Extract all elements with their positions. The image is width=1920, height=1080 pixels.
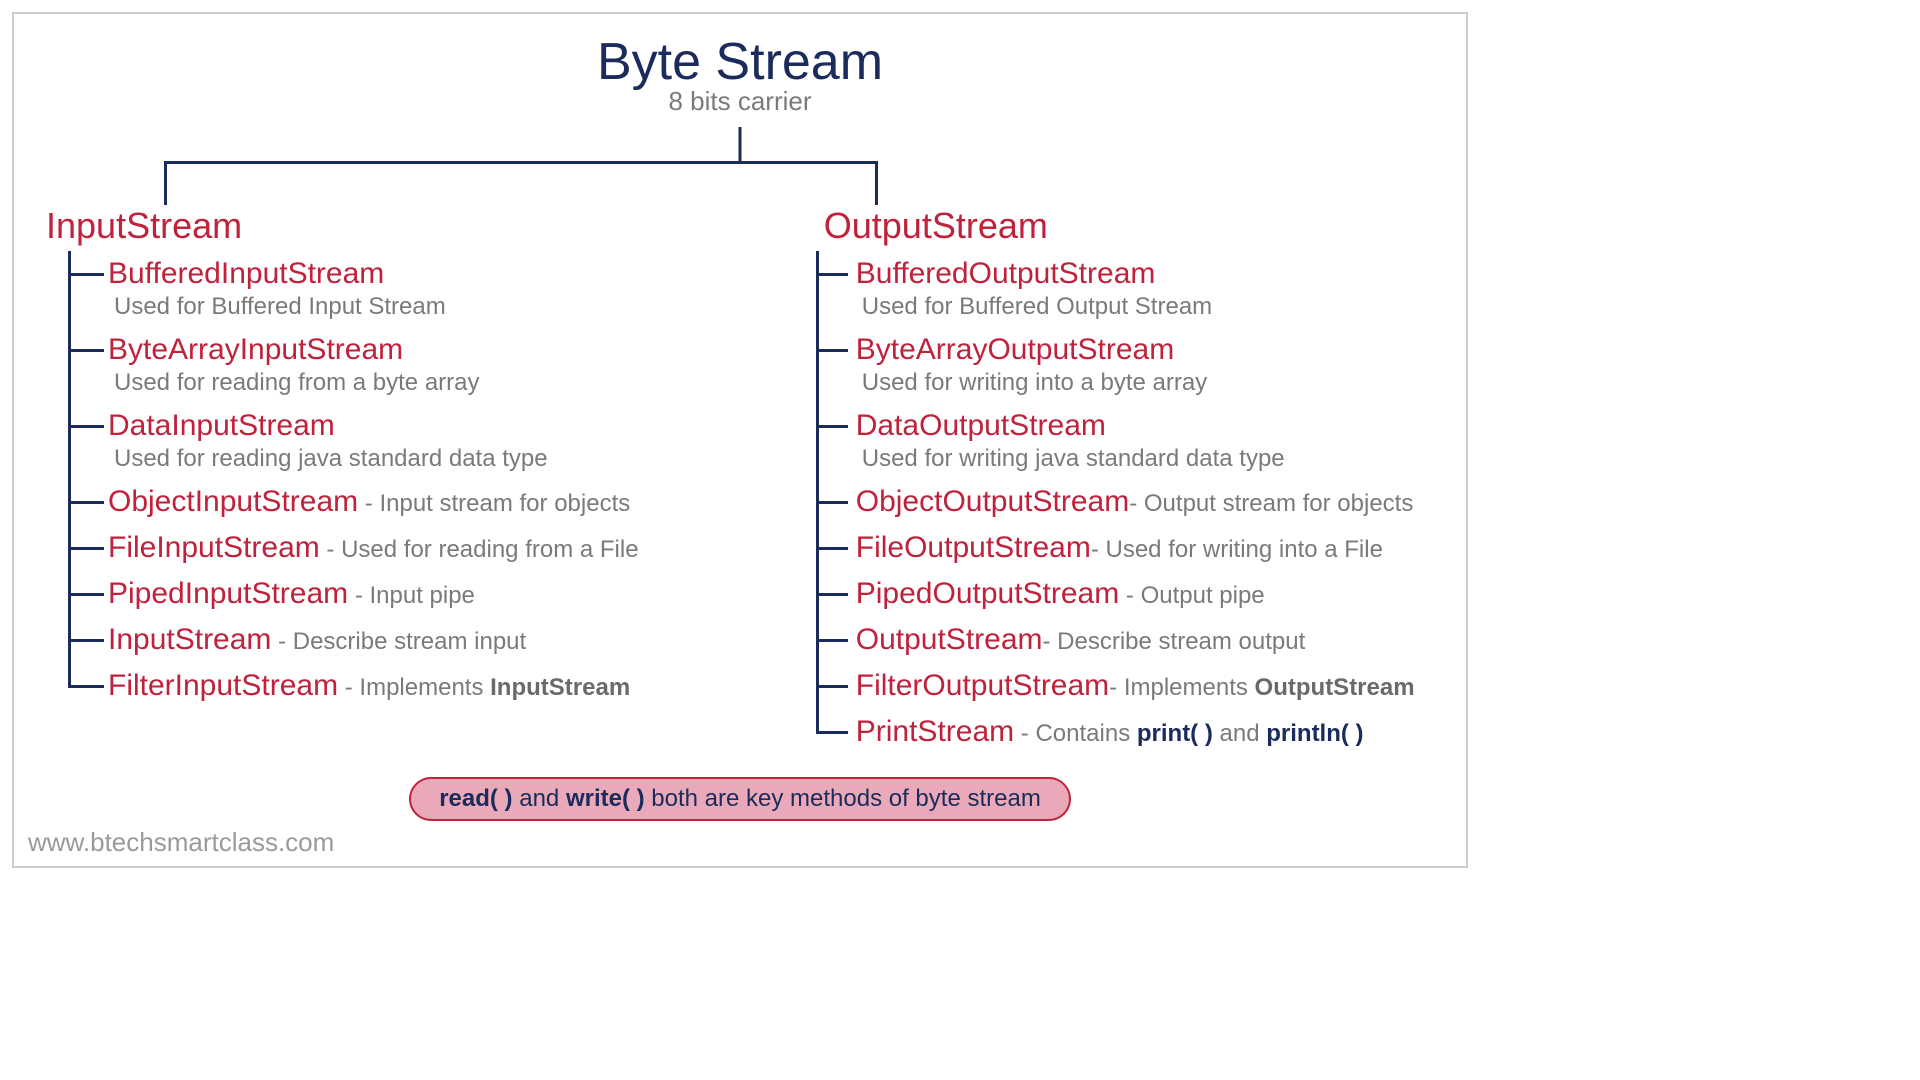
watermark: www.btechsmartclass.com bbox=[28, 827, 334, 858]
class-name: ByteArrayOutputStream bbox=[856, 333, 1174, 366]
class-name: FilterInputStream bbox=[108, 669, 338, 702]
class-name: ObjectInputStream bbox=[108, 485, 358, 518]
class-name: FileInputStream bbox=[108, 531, 320, 564]
class-name: FileOutputStream bbox=[856, 531, 1091, 564]
class-desc-inline: - Describe stream output bbox=[1043, 628, 1306, 655]
class-desc-inline: - Output pipe bbox=[1119, 582, 1264, 609]
title: Byte Stream bbox=[34, 32, 1446, 92]
footer-note: read( ) and write( ) both are key method… bbox=[409, 777, 1071, 821]
input-stream-title: InputStream bbox=[46, 205, 712, 247]
footer-text-rest: both are key methods of byte stream bbox=[645, 785, 1041, 812]
connector-drop-left bbox=[164, 161, 167, 205]
class-name: PrintStream bbox=[856, 715, 1014, 748]
class-desc-inline: - Implements bbox=[338, 674, 490, 701]
tree-item: DataOutputStream Used for writing java st… bbox=[834, 403, 1478, 479]
class-desc: Used for writing java standard data type bbox=[862, 445, 1478, 473]
class-name: ObjectOutputStream bbox=[856, 485, 1129, 518]
tree-item: FileOutputStream- Used for writing into … bbox=[834, 525, 1478, 571]
tree-item: BufferedOutputStream Used for Buffered Ou… bbox=[834, 251, 1478, 327]
class-desc-inline: - Input pipe bbox=[348, 582, 475, 609]
tree-vline-left bbox=[68, 251, 71, 687]
class-desc: Used for Buffered Output Stream bbox=[862, 293, 1478, 321]
class-desc-inline: - Describe stream input bbox=[271, 628, 526, 655]
class-desc-bold: InputStream bbox=[490, 674, 630, 701]
subtitle: 8 bits carrier bbox=[34, 86, 1446, 117]
tree-item: ObjectInputStream - Input stream for obj… bbox=[86, 479, 712, 525]
class-name: PipedInputStream bbox=[108, 577, 348, 610]
class-name: FilterOutputStream bbox=[856, 669, 1109, 702]
class-desc-inline: - Contains bbox=[1014, 720, 1137, 747]
output-stream-title: OutputStream bbox=[824, 205, 1478, 247]
class-desc-inline: - Implements bbox=[1109, 674, 1254, 701]
tree-item: FilterInputStream - Implements InputStre… bbox=[86, 663, 712, 709]
class-desc: Used for writing into a byte array bbox=[862, 369, 1478, 397]
tree-item: OutputStream- Describe stream output bbox=[834, 617, 1478, 663]
tree-item: DataInputStream Used for reading java sta… bbox=[86, 403, 712, 479]
output-stream-column: OutputStream BufferedOutputStream Used fo… bbox=[772, 205, 1478, 755]
class-name: InputStream bbox=[108, 623, 271, 656]
class-desc-bold: OutputStream bbox=[1255, 674, 1415, 701]
class-name: DataOutputStream bbox=[856, 409, 1106, 442]
class-desc: Used for reading java standard data type bbox=[114, 445, 712, 473]
class-name: BufferedInputStream bbox=[108, 257, 384, 290]
input-stream-column: InputStream BufferedInputStream Used for … bbox=[34, 205, 712, 755]
footer-text-and: and bbox=[513, 785, 566, 812]
class-desc: Used for Buffered Input Stream bbox=[114, 293, 712, 321]
connector-drop-right bbox=[875, 161, 878, 205]
class-desc-method: print( ) bbox=[1137, 720, 1213, 747]
tree-item: BufferedInputStream Used for Buffered Inp… bbox=[86, 251, 712, 327]
connector-vline bbox=[739, 127, 742, 161]
columns: InputStream BufferedInputStream Used for … bbox=[34, 205, 1446, 755]
footer-method-read: read( ) bbox=[439, 785, 512, 812]
tree-item: FilterOutputStream- Implements OutputStr… bbox=[834, 663, 1478, 709]
class-desc-inline: - Used for reading from a File bbox=[320, 536, 639, 563]
output-stream-tree: BufferedOutputStream Used for Buffered Ou… bbox=[772, 251, 1478, 755]
tree-vline-right bbox=[816, 251, 819, 733]
connector-top bbox=[34, 127, 1446, 205]
tree-item: ObjectOutputStream- Output stream for ob… bbox=[834, 479, 1478, 525]
tree-item: PipedOutputStream - Output pipe bbox=[834, 571, 1478, 617]
tree-item: ByteArrayInputStream Used for reading fro… bbox=[86, 327, 712, 403]
tree-item: FileInputStream - Used for reading from … bbox=[86, 525, 712, 571]
tree-item: InputStream - Describe stream input bbox=[86, 617, 712, 663]
tree-item: PipedInputStream - Input pipe bbox=[86, 571, 712, 617]
header: Byte Stream 8 bits carrier bbox=[34, 32, 1446, 117]
class-name: OutputStream bbox=[856, 623, 1043, 656]
diagram-frame: Byte Stream 8 bits carrier InputStream B… bbox=[12, 12, 1468, 868]
class-desc-text: and bbox=[1213, 720, 1266, 747]
connector-hline bbox=[164, 161, 878, 164]
class-desc-inline: - Used for writing into a File bbox=[1091, 536, 1383, 563]
class-desc: Used for reading from a byte array bbox=[114, 369, 712, 397]
tree-item: PrintStream - Contains print( ) and prin… bbox=[834, 709, 1478, 755]
input-stream-tree: BufferedInputStream Used for Buffered Inp… bbox=[34, 251, 712, 709]
class-name: BufferedOutputStream bbox=[856, 257, 1156, 290]
class-name: DataInputStream bbox=[108, 409, 335, 442]
class-desc-method: println( ) bbox=[1266, 720, 1363, 747]
tree-item: ByteArrayOutputStream Used for writing in… bbox=[834, 327, 1478, 403]
class-name: PipedOutputStream bbox=[856, 577, 1119, 610]
class-desc-inline: - Input stream for objects bbox=[358, 490, 630, 517]
footer-method-write: write( ) bbox=[566, 785, 645, 812]
class-desc-inline: - Output stream for objects bbox=[1129, 490, 1413, 517]
class-name: ByteArrayInputStream bbox=[108, 333, 403, 366]
